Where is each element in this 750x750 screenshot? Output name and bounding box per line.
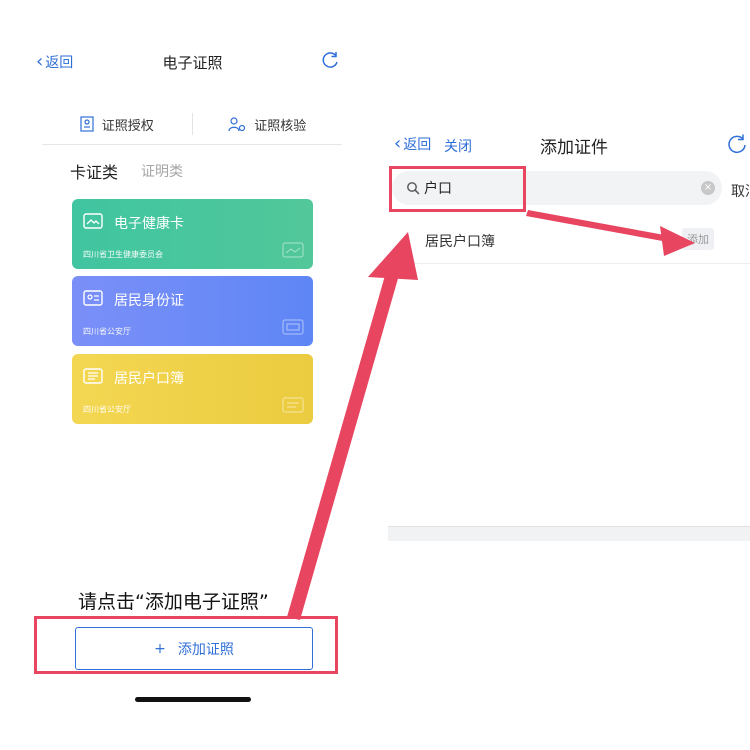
bottom-bar: [388, 526, 750, 541]
divider: [388, 263, 750, 264]
user-verify-icon: [228, 117, 246, 132]
id-card-icon: [80, 116, 94, 132]
card-issuer: 四川省卫生健康委员会: [83, 250, 163, 259]
tab-cards[interactable]: 卡证类: [70, 159, 118, 183]
refresh-icon[interactable]: [320, 50, 340, 70]
card-issuer: 四川省公安厅: [83, 405, 131, 414]
plus-icon: +: [154, 640, 166, 657]
cancel-button[interactable]: 取消: [731, 181, 750, 201]
back-label: 返回: [403, 137, 432, 153]
add-license-label: 添加证照: [177, 641, 234, 658]
clear-icon[interactable]: ×: [701, 181, 715, 195]
add-license-button[interactable]: + 添加证照: [75, 627, 313, 670]
add-result-button[interactable]: 添加: [682, 228, 714, 250]
card-issuer: 四川省公安厅: [83, 327, 131, 336]
result-item-name: 居民户口簿: [425, 234, 495, 250]
card-name: 电子健康卡: [114, 216, 184, 232]
card-watermark-icon: [282, 397, 304, 413]
authorize-button[interactable]: 证照授权: [42, 115, 192, 134]
refresh-icon[interactable]: [726, 132, 748, 154]
verify-label: 证照核验: [254, 118, 307, 134]
authorize-label: 证照授权: [101, 118, 154, 134]
health-card[interactable]: 电子健康卡 四川省卫生健康委员会: [72, 199, 313, 269]
close-button[interactable]: 关闭: [444, 136, 472, 156]
tool-row: 证照授权 证照核验: [42, 104, 342, 145]
highlight-box: [389, 166, 526, 212]
household-book-icon: [83, 368, 103, 384]
tab-certificates[interactable]: 证明类: [141, 161, 183, 181]
instruction-text: 请点击“添加电子证照”: [78, 591, 269, 613]
home-indicator: [135, 697, 251, 702]
card-name: 居民身份证: [114, 293, 184, 309]
household-book-card[interactable]: 居民户口簿 四川省公安厅: [72, 354, 313, 424]
health-card-icon: [83, 213, 103, 229]
back-button[interactable]: ‹ 返回: [394, 134, 431, 154]
chevron-left-icon: ‹: [394, 133, 402, 154]
id-card[interactable]: 居民身份证 四川省公安厅: [72, 276, 313, 346]
verify-button[interactable]: 证照核验: [193, 115, 343, 134]
card-watermark-icon: [282, 319, 304, 335]
page-title: 添加证件: [540, 138, 608, 158]
card-name: 居民户口簿: [114, 371, 184, 387]
card-watermark-icon: [282, 242, 304, 258]
id-card-icon: [83, 290, 103, 306]
